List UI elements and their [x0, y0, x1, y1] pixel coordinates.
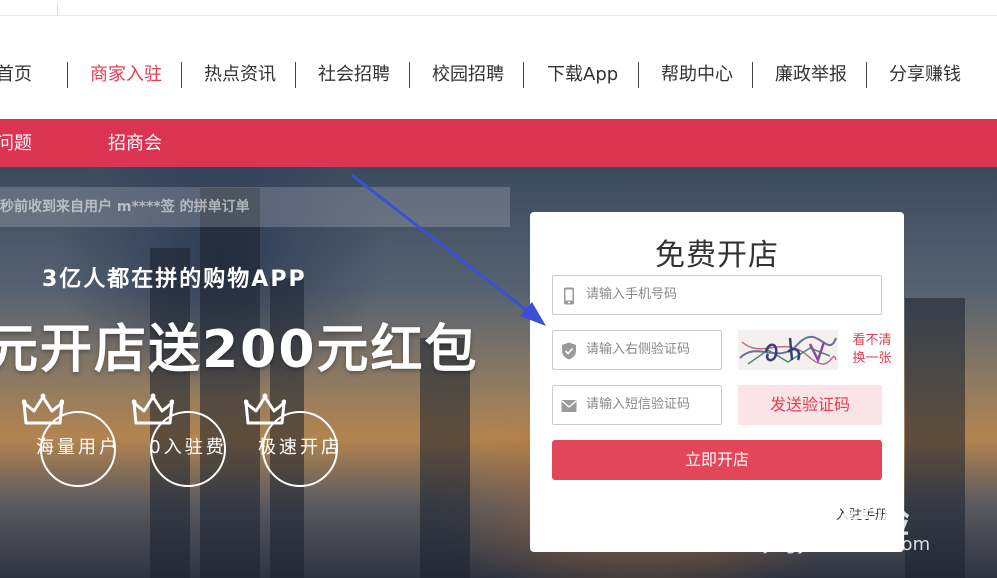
nav-item-download-app[interactable]: 下载App: [547, 62, 618, 88]
sub-nav-item-investment-fair[interactable]: 招商会: [108, 119, 162, 167]
nav-divider: [67, 62, 68, 88]
feature-badge: 海量用户: [22, 393, 134, 487]
top-strip: [0, 0, 997, 16]
badge-label: 极速开店: [258, 437, 342, 458]
captcha-noise-graphic: [739, 336, 837, 365]
badge-label: 0入驻费: [149, 437, 227, 458]
nav-divider: [295, 62, 296, 88]
open-store-button[interactable]: 立即开店: [552, 440, 882, 480]
nav-item-help-center[interactable]: 帮助中心: [661, 62, 733, 88]
nav-divider: [181, 62, 182, 88]
phone-icon: [564, 287, 574, 305]
crown-icon: [22, 393, 64, 425]
hero-subtitle: 3亿人都在拼的购物APP: [42, 267, 307, 292]
feature-badge: 极速开店: [244, 393, 356, 487]
nav-item-report[interactable]: 廉政举报: [775, 62, 847, 88]
nav-item-hot-news[interactable]: 热点资讯: [204, 62, 276, 88]
phone-input[interactable]: 请输入手机号码: [552, 275, 882, 315]
sub-nav-bar: 问题 招商会: [0, 119, 997, 167]
shield-icon: [562, 342, 576, 360]
nav-item-share-earn[interactable]: 分享赚钱: [889, 62, 961, 88]
nav-item-campus-recruit[interactable]: 校园招聘: [432, 62, 504, 88]
top-strip-divider: [57, 4, 58, 16]
captcha-image[interactable]: [738, 330, 838, 370]
hero-title: 元开店送200元红包: [0, 320, 479, 380]
feature-badge: 0入驻费: [132, 393, 244, 487]
sms-code-input[interactable]: 请输入短信验证码: [552, 385, 722, 425]
nav-divider: [409, 62, 410, 88]
sub-nav-item-faq[interactable]: 问题: [0, 119, 32, 167]
order-ticker: 秒前收到来自用户 m****签 的拼单订单: [0, 187, 510, 227]
baidu-jingyan-watermark-url: jingyan.baidu.com: [764, 534, 931, 555]
crown-icon: [244, 393, 286, 425]
order-ticker-text: 秒前收到来自用户 m****签 的拼单订单: [0, 199, 250, 215]
nav-divider: [752, 62, 753, 88]
captcha-input[interactable]: 请输入右侧验证码: [552, 330, 722, 370]
badge-label: 海量用户: [36, 437, 120, 458]
nav-divider: [523, 62, 524, 88]
sms-code-placeholder: 请输入短信验证码: [586, 397, 691, 412]
phone-input-placeholder: 请输入手机号码: [586, 287, 678, 302]
captcha-input-placeholder: 请输入右侧验证码: [586, 342, 691, 357]
nav-item-merchant-join[interactable]: 商家入驻: [90, 62, 162, 88]
skyline-building: [200, 188, 260, 578]
nav-divider: [866, 62, 867, 88]
envelope-icon: [561, 400, 577, 412]
main-nav: 首页 商家入驻 热点资讯 社会招聘 校园招聘 下载App 帮助中心 廉政举报 分…: [0, 16, 997, 119]
crown-icon: [132, 393, 174, 425]
send-sms-code-button[interactable]: 发送验证码: [738, 385, 882, 425]
nav-divider: [638, 62, 639, 88]
nav-item-home[interactable]: 首页: [0, 62, 32, 88]
nav-item-social-recruit[interactable]: 社会招聘: [318, 62, 390, 88]
refresh-captcha-line2: 换一张: [852, 351, 892, 366]
refresh-captcha-line1: 看不清: [852, 333, 892, 348]
refresh-captcha-link[interactable]: 看不清 换一张: [842, 332, 902, 368]
register-card-title: 免费开店: [655, 238, 779, 273]
